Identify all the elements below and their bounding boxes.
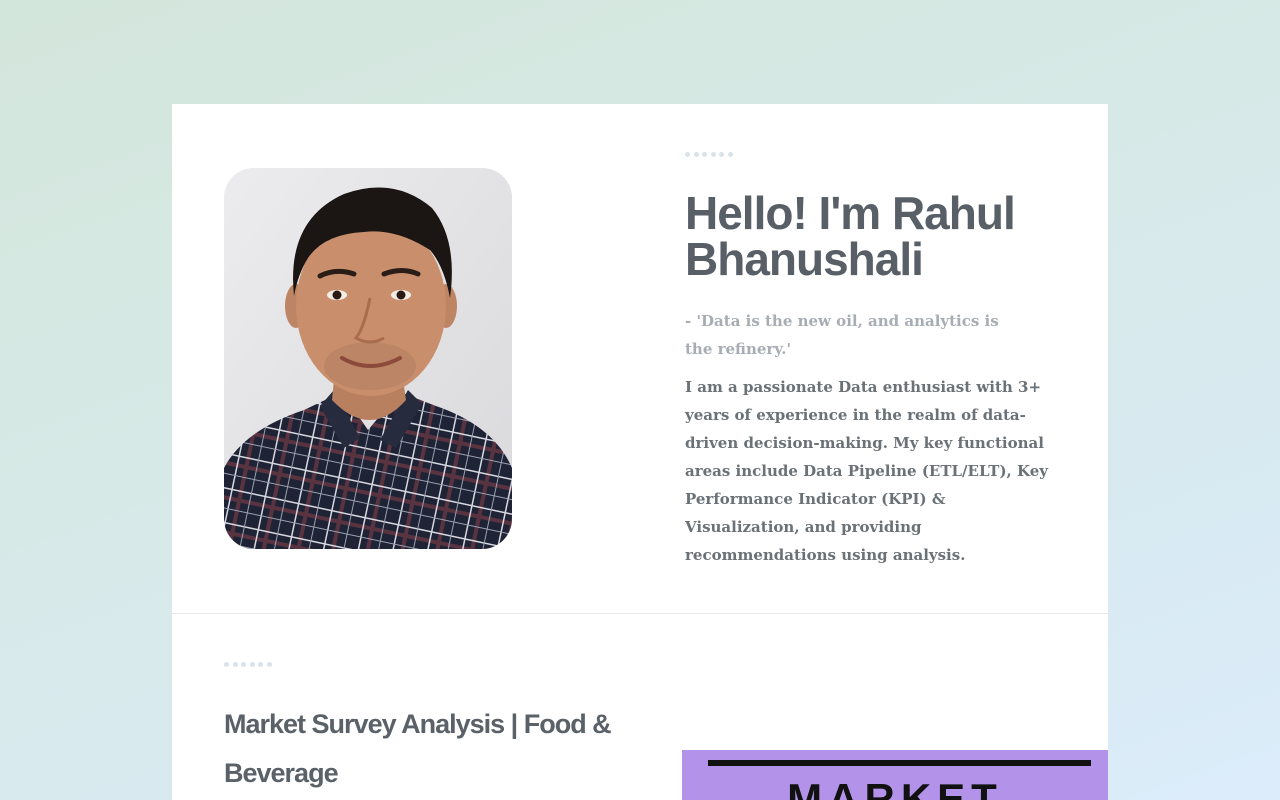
content-card: Hello! I'm Rahul Bhanushali - 'Data is t… [172,104,1108,800]
thumbnail-bar [708,760,1091,766]
decorative-dots [685,152,733,157]
hero-bio: I am a passionate Data enthusiast with 3… [685,378,1048,564]
profile-photo [224,168,512,549]
decorative-dots [224,662,272,667]
project-title[interactable]: Market Survey Analysis | Food & Beverage [224,700,624,798]
hero-quote: - 'Data is the new oil, and analytics is… [685,312,999,358]
project-thumbnail[interactable]: MARKET [682,750,1108,800]
thumbnail-text: MARKET [787,775,1003,800]
page-title: Hello! I'm Rahul Bhanushali [685,187,1016,285]
hero-section: Hello! I'm Rahul Bhanushali - 'Data is t… [172,104,1108,614]
